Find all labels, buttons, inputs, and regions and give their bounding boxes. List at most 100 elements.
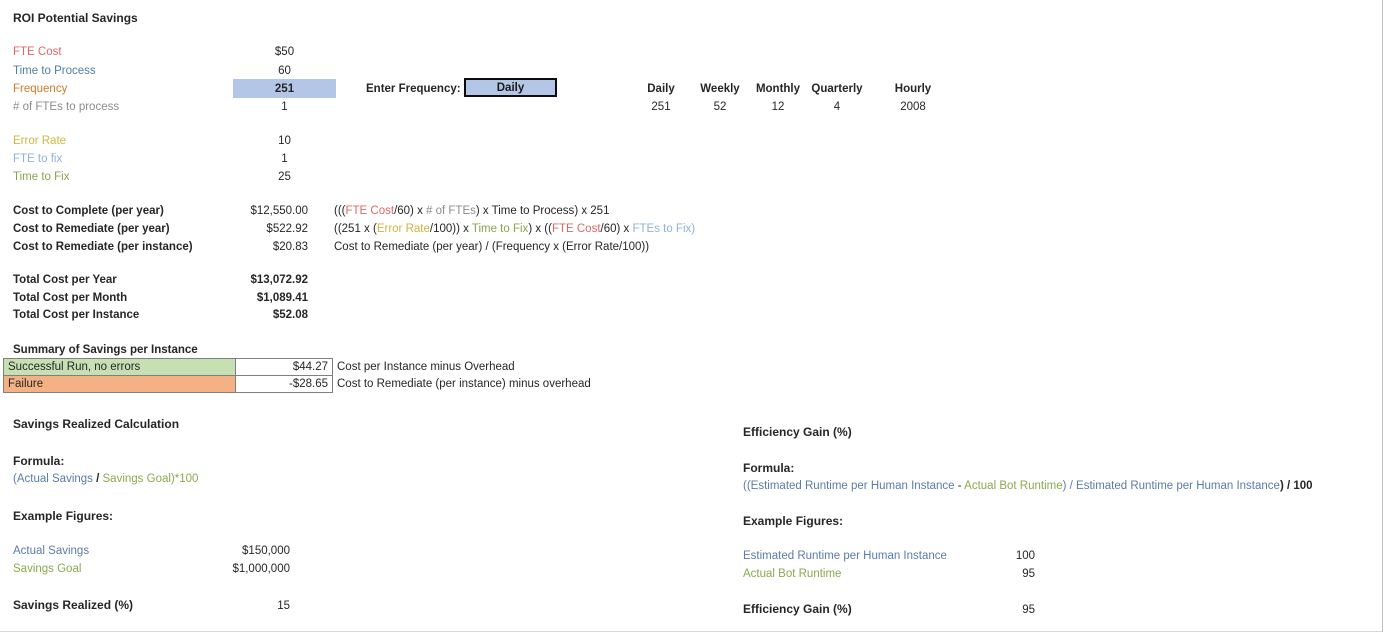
page-title: ROI Potential Savings xyxy=(13,11,138,25)
label-cost-to-complete: Cost to Complete (per year) xyxy=(13,205,164,217)
formula1-num-ftes: # of FTEs xyxy=(426,205,476,217)
label-total-cost-month: Total Cost per Month xyxy=(13,292,128,304)
formula2-time-to-fix: Time to Fix xyxy=(471,223,529,235)
freq-value-quarterly: 4 xyxy=(833,101,841,113)
value-cost-to-remediate-instance: $20.83 xyxy=(272,241,308,253)
freq-header-weekly: Weekly xyxy=(700,83,740,95)
label-num-ftes: # of FTEs to process xyxy=(13,101,120,113)
savings-example-heading: Example Figures: xyxy=(13,509,114,523)
efficiency-gain-title: Efficiency Gain (%) xyxy=(743,425,852,439)
label-cost-to-remediate-instance: Cost to Remediate (per instance) xyxy=(13,241,193,253)
value-total-cost-year: $13,072.92 xyxy=(250,274,308,286)
savings-formula-actual-savings: Actual Savings xyxy=(16,473,93,485)
freq-header-daily: Daily xyxy=(647,83,675,95)
table-row: Successful Run, no errors $44.27 Cost pe… xyxy=(3,358,595,376)
value-cost-to-complete: $12,550.00 xyxy=(250,205,308,217)
formula-cost-to-complete: (((FTE Cost/60) x # of FTEs) x Time to P… xyxy=(334,204,609,218)
summary-table: Successful Run, no errors $44.27 Cost pe… xyxy=(3,358,595,393)
value-efficiency-gain-result: 95 xyxy=(1022,604,1035,616)
value-savings-realized-result: 15 xyxy=(277,600,290,612)
label-savings-goal: Savings Goal xyxy=(13,563,82,575)
label-frequency: Frequency xyxy=(13,83,68,95)
value-actual-savings: $150,000 xyxy=(242,545,290,557)
formula2-part2: /100)) x xyxy=(429,223,472,235)
savings-formula-savings-goal: Savings Goal xyxy=(102,473,171,485)
label-actual-bot-runtime: Actual Bot Runtime xyxy=(743,568,842,580)
formula2-part1: ((251 x ( xyxy=(334,223,377,235)
value-actual-bot-runtime: 95 xyxy=(1022,568,1035,580)
value-fte-cost[interactable]: $50 xyxy=(233,45,336,59)
savings-formula: (Actual Savings / Savings Goal)*100 xyxy=(13,472,198,486)
label-fte-cost: FTE Cost xyxy=(13,46,62,58)
freq-header-monthly: Monthly xyxy=(755,83,801,95)
efficiency-formula-part1: (( xyxy=(743,480,751,492)
savings-formula-part2: / xyxy=(92,473,103,485)
freq-value-hourly: 2008 xyxy=(900,101,926,113)
efficiency-formula-est-runtime-2: Estimated Runtime per Human Instance xyxy=(1076,480,1280,492)
label-fte-to-fix: FTE to fix xyxy=(13,153,63,165)
formula-cost-to-remediate-instance: Cost to Remediate (per year) / (Frequenc… xyxy=(334,241,650,253)
savings-realized-title: Savings Realized Calculation xyxy=(13,417,180,431)
value-total-cost-month: $1,089.41 xyxy=(256,292,308,304)
summary-label-failure: Failure xyxy=(3,375,236,393)
formula1-part2: /60) x xyxy=(394,205,427,217)
value-total-cost-instance: $52.08 xyxy=(272,309,308,321)
value-time-to-process[interactable]: 60 xyxy=(233,64,336,78)
value-error-rate[interactable]: 10 xyxy=(233,134,336,148)
summary-title: Summary of Savings per Instance xyxy=(13,344,198,356)
label-total-cost-instance: Total Cost per Instance xyxy=(13,309,140,321)
value-est-runtime-human: 100 xyxy=(1015,550,1035,562)
formula2-part5: ) xyxy=(691,223,696,235)
value-cost-to-remediate-year: $522.92 xyxy=(266,223,308,235)
frequency-dropdown[interactable]: Daily xyxy=(464,78,557,97)
summary-note-failure: Cost to Remediate (per instance) minus o… xyxy=(337,378,591,390)
formula1-fte-cost: FTE Cost xyxy=(345,205,395,217)
label-time-to-fix: Time to Fix xyxy=(13,171,70,183)
label-efficiency-gain-result: Efficiency Gain (%) xyxy=(743,602,852,616)
formula1-part4: ) x 251 xyxy=(574,205,610,217)
value-frequency[interactable]: 251 xyxy=(233,79,336,98)
savings-formula-heading: Formula: xyxy=(13,454,65,468)
label-est-runtime-human: Estimated Runtime per Human Instance xyxy=(743,550,947,562)
efficiency-formula-part3: ) / xyxy=(1062,480,1077,492)
summary-note-success: Cost per Instance minus Overhead xyxy=(337,361,515,373)
freq-header-hourly: Hourly xyxy=(894,83,932,95)
efficiency-formula-heading: Formula: xyxy=(743,461,795,475)
formula2-ftes-to-fix: FTEs to Fix xyxy=(632,223,692,235)
value-savings-goal: $1,000,000 xyxy=(232,563,290,575)
value-time-to-fix[interactable]: 25 xyxy=(233,170,336,184)
summary-value-failure: -$28.65 xyxy=(235,375,333,393)
efficiency-formula-part4: ) / 100 xyxy=(1279,480,1313,492)
value-num-ftes[interactable]: 1 xyxy=(233,100,336,114)
summary-label-success: Successful Run, no errors xyxy=(3,358,236,376)
label-savings-realized-result: Savings Realized (%) xyxy=(13,598,134,612)
savings-formula-part3: )*100 xyxy=(170,473,199,485)
efficiency-formula: ((Estimated Runtime per Human Instance -… xyxy=(743,479,1313,493)
formula1-part1: ((( xyxy=(334,205,346,217)
efficiency-example-heading: Example Figures: xyxy=(743,514,844,528)
formula2-error-rate: Error Rate xyxy=(376,223,430,235)
formula1-part3: ) x xyxy=(475,205,492,217)
formula1-time-to-process: Time to Process xyxy=(491,205,575,217)
formula2-part4: /60) x xyxy=(600,223,633,235)
efficiency-formula-bot-runtime: Actual Bot Runtime xyxy=(964,480,1063,492)
table-row: Failure -$28.65 Cost to Remediate (per i… xyxy=(3,375,595,393)
freq-value-daily: 251 xyxy=(651,101,671,113)
label-cost-to-remediate-year: Cost to Remediate (per year) xyxy=(13,223,170,235)
roi-spreadsheet: ROI Potential Savings FTE Cost Time to P… xyxy=(0,0,1383,632)
formula2-fte-cost: FTE Cost xyxy=(551,223,601,235)
value-fte-to-fix[interactable]: 1 xyxy=(233,152,336,166)
efficiency-formula-est-runtime: Estimated Runtime per Human Instance xyxy=(750,480,955,492)
summary-value-success: $44.27 xyxy=(235,358,333,376)
freq-header-quarterly: Quarterly xyxy=(811,83,863,95)
freq-value-monthly: 12 xyxy=(771,101,785,113)
formula2-part3: ) x (( xyxy=(528,223,552,235)
formula-cost-to-remediate-year: ((251 x (Error Rate/100)) x Time to Fix)… xyxy=(334,222,695,236)
freq-value-weekly: 52 xyxy=(713,101,727,113)
enter-frequency-label: Enter Frequency: xyxy=(366,83,461,95)
label-total-cost-year: Total Cost per Year xyxy=(13,274,117,286)
efficiency-formula-part2: - xyxy=(954,480,965,492)
label-time-to-process: Time to Process xyxy=(13,65,96,77)
label-actual-savings: Actual Savings xyxy=(13,545,90,557)
label-error-rate: Error Rate xyxy=(13,135,67,147)
